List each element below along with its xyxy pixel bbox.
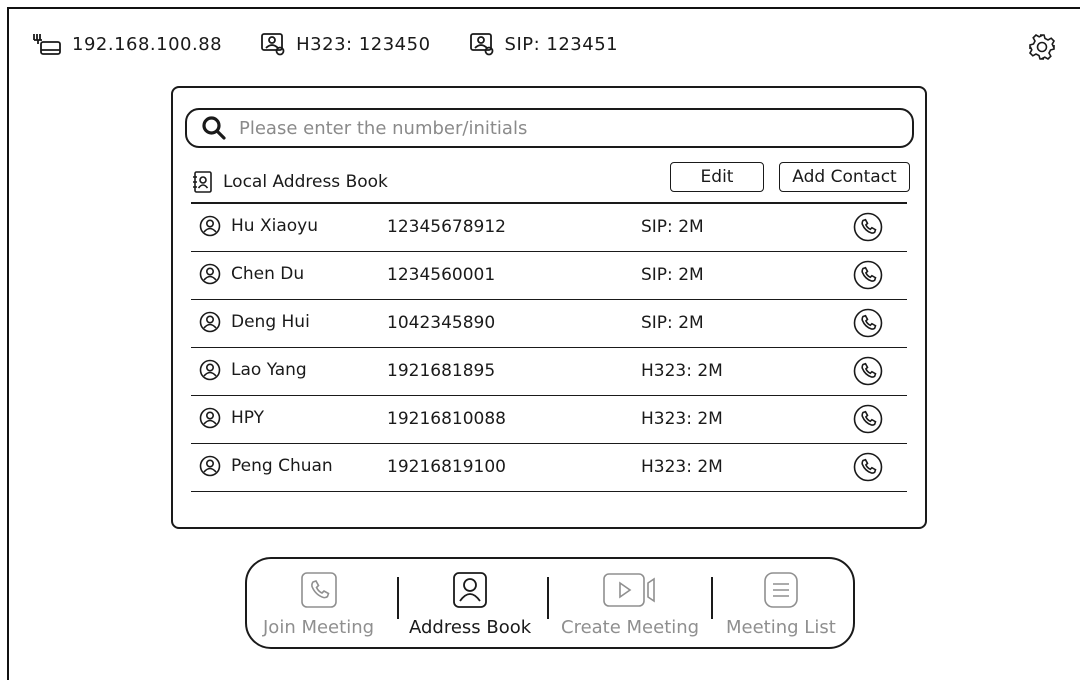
list-icon — [764, 572, 798, 608]
contact-name: Chen Du — [231, 264, 305, 284]
contact-name-cell: Chen Du — [199, 263, 304, 285]
call-button[interactable] — [853, 404, 883, 434]
search-box[interactable] — [185, 108, 914, 148]
contact-protocol: SIP: 2M — [641, 313, 704, 333]
contact-name-cell: HPY — [199, 407, 264, 429]
phone-icon — [853, 356, 883, 386]
add-contact-button[interactable]: Add Contact — [779, 162, 910, 192]
network-icon — [33, 34, 61, 55]
address-book-panel: Local Address Book Edit Add Contact Hu X… — [171, 86, 927, 529]
contact-card-icon — [261, 33, 285, 56]
ip-status: 192.168.100.88 — [32, 32, 222, 56]
call-button[interactable] — [853, 356, 883, 386]
sip-status: SIP: 123451 — [469, 32, 619, 56]
address-book-icon — [193, 171, 212, 193]
contact-protocol: H323: 2M — [641, 361, 723, 381]
video-icon — [603, 573, 655, 607]
call-button[interactable] — [853, 260, 883, 290]
contact-row[interactable]: Deng Hui 1042345890 SIP: 2M — [191, 300, 907, 348]
contact-number: 1234560001 — [387, 265, 496, 285]
user-icon — [199, 407, 221, 429]
contact-protocol: SIP: 2M — [641, 217, 704, 237]
user-icon — [199, 215, 221, 237]
contacts-table: Hu Xiaoyu 12345678912 SIP: 2M Chen Du 123456… — [191, 202, 907, 492]
nav-address-book-label: Address Book — [409, 617, 532, 638]
address-book-header: Local Address Book — [191, 170, 388, 194]
contact-name: Peng Chuan — [231, 456, 333, 476]
search-icon — [202, 116, 226, 140]
nav-divider — [547, 577, 549, 619]
contact-name-cell: Lao Yang — [199, 359, 307, 381]
contact-row[interactable]: HPY 19216810088 H323: 2M — [191, 396, 907, 444]
phone-icon — [853, 404, 883, 434]
contact-protocol: H323: 2M — [641, 409, 723, 429]
contact-icon — [453, 572, 487, 608]
contact-name: Lao Yang — [231, 360, 307, 380]
contact-number: 12345678912 — [387, 217, 506, 237]
call-button[interactable] — [853, 452, 883, 482]
user-icon — [199, 263, 221, 285]
contact-row[interactable]: Hu Xiaoyu 12345678912 SIP: 2M — [191, 204, 907, 252]
contact-name-cell: Deng Hui — [199, 311, 310, 333]
nav-create-meeting-label: Create Meeting — [561, 617, 700, 638]
contact-protocol: H323: 2M — [641, 457, 723, 477]
call-button[interactable] — [853, 308, 883, 338]
user-icon — [199, 311, 221, 333]
h323-number: H323: 123450 — [296, 33, 431, 55]
contact-name-cell: Peng Chuan — [199, 455, 333, 477]
gear-icon — [1029, 34, 1055, 60]
status-bar: 192.168.100.88 H323: 123450 SIP: 123451 — [32, 32, 656, 56]
settings-button[interactable] — [1028, 33, 1056, 61]
contact-number: 19216810088 — [387, 409, 506, 429]
contact-name-cell: Hu Xiaoyu — [199, 215, 318, 237]
nav-divider — [397, 577, 399, 619]
contact-row[interactable]: Peng Chuan 19216819100 H323: 2M — [191, 444, 907, 492]
nav-meeting-list[interactable]: Meeting List — [726, 571, 836, 638]
contact-protocol: SIP: 2M — [641, 265, 704, 285]
contact-name: Deng Hui — [231, 312, 310, 332]
edit-button[interactable]: Edit — [670, 162, 764, 192]
nav-address-book[interactable]: Address Book — [409, 571, 531, 638]
address-book-title: Local Address Book — [223, 172, 388, 192]
phone-icon — [853, 308, 883, 338]
contact-number: 1042345890 — [387, 313, 496, 333]
contact-row[interactable]: Chen Du 1234560001 SIP: 2M — [191, 252, 907, 300]
contact-name: Hu Xiaoyu — [231, 216, 318, 236]
contact-number: 1921681895 — [387, 361, 496, 381]
bottom-nav: Join Meeting Address Book Create Meeting… — [245, 557, 855, 649]
sip-number: SIP: 123451 — [504, 33, 619, 55]
phone-icon — [853, 212, 883, 242]
nav-meeting-list-label: Meeting List — [726, 617, 836, 638]
contact-card-icon — [469, 33, 493, 56]
call-button[interactable] — [853, 212, 883, 242]
nav-create-meeting[interactable]: Create Meeting — [561, 571, 699, 638]
nav-join-meeting[interactable]: Join Meeting — [263, 571, 374, 638]
contact-number: 19216819100 — [387, 457, 506, 477]
phone-icon — [300, 572, 337, 608]
phone-icon — [853, 452, 883, 482]
search-input[interactable] — [239, 117, 879, 139]
phone-icon — [853, 260, 883, 290]
contact-name: HPY — [231, 408, 265, 428]
nav-divider — [711, 577, 713, 619]
user-icon — [199, 455, 221, 477]
user-icon — [199, 359, 221, 381]
nav-join-meeting-label: Join Meeting — [263, 617, 375, 638]
contact-row[interactable]: Lao Yang 1921681895 H323: 2M — [191, 348, 907, 396]
h323-status: H323: 123450 — [260, 32, 430, 56]
ip-address: 192.168.100.88 — [72, 33, 223, 55]
